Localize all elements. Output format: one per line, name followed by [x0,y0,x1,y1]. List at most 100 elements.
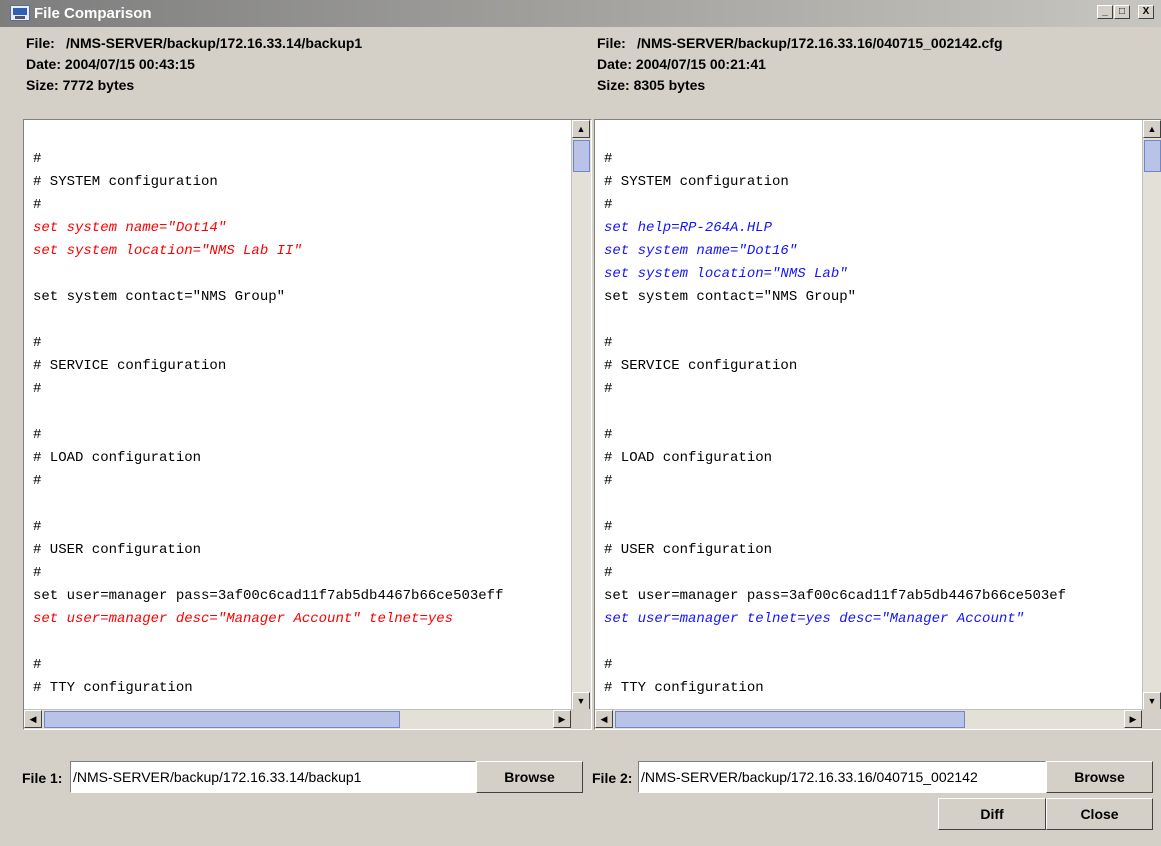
left-code-line [33,631,563,654]
left-code-line [33,309,563,332]
left-date-label: Date: [26,56,62,72]
right-file-path: /NMS-SERVER/backup/172.16.33.16/040715_0… [637,35,1003,51]
arrow-right-icon[interactable]: ▶ [553,710,571,728]
right-vertical-thumb[interactable] [1144,140,1161,172]
left-file-info: File: /NMS-SERVER/backup/172.16.33.14/bac… [26,34,362,53]
minimize-button[interactable]: _ [1097,5,1113,19]
left-code-line: # [33,197,42,213]
right-file-content: # # SYSTEM configuration # set help=RP-264A… [604,148,1134,700]
window-title: File Comparison [34,5,152,22]
right-code-line [604,401,1134,424]
left-vertical-thumb[interactable] [573,140,590,172]
left-code-line: set system contact="NMS Group" [33,289,286,305]
right-code-line: # [604,657,613,673]
right-file-pane[interactable]: # # SYSTEM configuration # set help=RP-264A… [594,119,1161,730]
left-code-line: # [33,565,42,581]
left-code-line: set system name="Dot14" [33,220,227,236]
right-code-line: # [604,151,613,167]
diff-button[interactable]: Diff [938,798,1046,830]
right-code-line: # [604,565,613,581]
left-horizontal-thumb[interactable] [44,711,400,728]
left-file-pane[interactable]: # # SYSTEM configuration # set system name=… [23,119,592,730]
right-code-line: # LOAD configuration [604,450,773,466]
left-code-line: # [33,335,42,351]
right-size-info: Size: 8305 bytes [597,76,705,95]
arrow-right-icon[interactable]: ▶ [1124,710,1142,728]
left-file-label: File: [26,35,55,51]
file2-input[interactable]: /NMS-SERVER/backup/172.16.33.16/040715_0… [638,761,1046,793]
file1-label: File 1: [22,770,63,786]
browse-file2-button[interactable]: Browse [1046,761,1153,793]
left-horizontal-scrollbar[interactable]: ◀ ▶ [24,709,571,729]
right-file-info: File: /NMS-SERVER/backup/172.16.33.16/040… [597,34,1003,53]
file2-label: File 2: [592,770,633,786]
right-size-label: Size: [597,77,630,93]
arrow-down-icon[interactable]: ▼ [572,692,590,710]
right-code-line: set user=manager pass=3af00c6cad11f7ab5d… [604,588,1067,604]
right-code-line: # SERVICE configuration [604,358,798,374]
left-date-info: Date: 2004/07/15 00:43:15 [26,55,195,74]
left-code-line: # USER configuration [33,542,202,558]
right-code-line: # USER configuration [604,542,773,558]
arrow-left-icon[interactable]: ◀ [24,710,42,728]
left-code-line: # [33,473,42,489]
left-code-line [33,401,563,424]
left-code-line: # [33,657,42,673]
right-code-line: # [604,381,613,397]
left-file-path: /NMS-SERVER/backup/172.16.33.14/backup1 [66,35,363,51]
close-window-button[interactable]: X [1138,5,1154,19]
right-code-line: set system contact="NMS Group" [604,289,857,305]
scroll-corner [571,709,591,729]
browse-file1-button[interactable]: Browse [476,761,583,793]
right-code-line: # SYSTEM configuration [604,174,789,190]
right-code-line: set system name="Dot16" [604,243,798,259]
arrow-up-icon[interactable]: ▲ [572,120,590,138]
right-code-line: # TTY configuration [604,680,764,696]
arrow-down-icon[interactable]: ▼ [1143,692,1161,710]
right-size-value: 8305 bytes [633,77,706,93]
arrow-up-icon[interactable]: ▲ [1143,120,1161,138]
left-size-label: Size: [26,77,59,93]
right-code-line: # [604,427,613,443]
left-code-line: # [33,519,42,535]
right-file-label: File: [597,35,626,51]
arrow-left-icon[interactable]: ◀ [595,710,613,728]
maximize-button[interactable]: □ [1114,5,1130,19]
left-code-line: set user=manager desc="Manager Account" … [33,611,454,627]
left-vertical-scrollbar[interactable]: ▲ ▼ [571,120,591,710]
left-size-info: Size: 7772 bytes [26,76,134,95]
scroll-corner [1142,709,1161,729]
app-icon [10,5,30,21]
right-code-line: # [604,335,613,351]
right-date-info: Date: 2004/07/15 00:21:41 [597,55,766,74]
title-bar: File Comparison _ □ X [0,0,1161,27]
left-code-line: # SERVICE configuration [33,358,227,374]
right-date-label: Date: [597,56,633,72]
left-code-line [33,263,563,286]
right-vertical-scrollbar[interactable]: ▲ ▼ [1142,120,1161,710]
right-code-line: set user=manager telnet=yes desc="Manage… [604,611,1025,627]
close-button[interactable]: Close [1046,798,1153,830]
right-horizontal-thumb[interactable] [615,711,965,728]
left-code-line: # [33,427,42,443]
left-date-value: 2004/07/15 00:43:15 [64,56,195,72]
right-horizontal-scrollbar[interactable]: ◀ ▶ [595,709,1142,729]
left-size-value: 7772 bytes [62,77,135,93]
right-code-line: # [604,197,613,213]
left-code-line: # TTY configuration [33,680,193,696]
left-file-content: # # SYSTEM configuration # set system name=… [33,148,563,700]
left-code-line: # SYSTEM configuration [33,174,218,190]
right-code-line: set help=RP-264A.HLP [604,220,773,236]
right-code-line [604,493,1134,516]
left-code-line: # LOAD configuration [33,450,202,466]
right-code-line [604,309,1134,332]
left-code-line [33,493,563,516]
right-code-line: set system location="NMS Lab" [604,266,848,282]
file1-input[interactable]: /NMS-SERVER/backup/172.16.33.14/backup1 [70,761,476,793]
right-date-value: 2004/07/15 00:21:41 [635,56,766,72]
right-code-line [604,631,1134,654]
left-code-line: set system location="NMS Lab II" [33,243,302,259]
left-code-line: # [33,381,42,397]
left-code-line: set user=manager pass=3af00c6cad11f7ab5d… [33,588,504,604]
right-code-line: # [604,473,613,489]
